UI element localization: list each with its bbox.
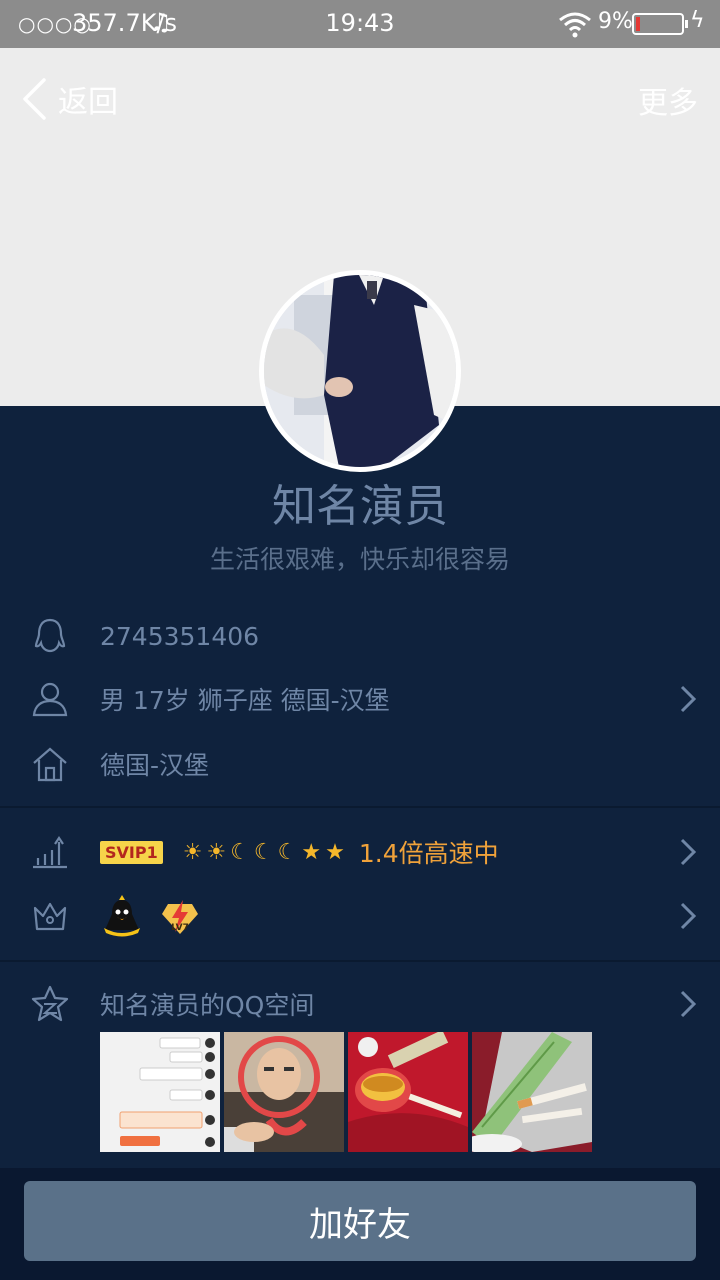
charging-bolt-icon: ϟ <box>690 8 705 33</box>
lightning-lv7-icon: LV7 <box>158 894 202 938</box>
person-icon <box>30 679 70 719</box>
avatar-image <box>264 275 456 467</box>
sun-icon: ☀ <box>206 839 227 865</box>
chevron-right-icon <box>678 900 698 932</box>
profile-details-row[interactable]: 男 17岁 狮子座 德国-汉堡 <box>0 667 720 731</box>
chevron-left-icon <box>23 78 46 120</box>
moon-icon: ☾ <box>277 839 298 865</box>
back-label: 返回 <box>58 85 118 120</box>
qq-icon <box>30 616 70 656</box>
badge-icons: LV7 <box>100 894 202 938</box>
divider <box>0 960 720 962</box>
qzone-row[interactable]: 知名演员的QQ空间 <box>0 972 720 1036</box>
qzone-title: 知名演员的QQ空间 <box>100 991 315 1020</box>
qzone-photo[interactable] <box>472 1032 592 1152</box>
qzone-photos <box>100 1032 592 1152</box>
star-icon: ★ <box>325 839 345 865</box>
qzone-photo[interactable] <box>100 1032 220 1152</box>
crown-icon <box>30 896 70 936</box>
battery-icon <box>632 13 688 35</box>
svip-badge: SVIP1 <box>100 840 163 864</box>
hometown: 德国-汉堡 <box>100 751 210 780</box>
svg-text:LV7: LV7 <box>171 923 189 933</box>
qq-level-icons: ☀ ☀ ☾ ☾ ☾ ★ ★ <box>183 840 345 865</box>
qq-penguin-icon <box>100 894 144 938</box>
nickname: 知名演员 <box>272 481 448 532</box>
divider <box>0 806 720 808</box>
profile-details: 男 17岁 狮子座 德国-汉堡 <box>100 686 390 715</box>
chevron-right-icon <box>678 988 698 1020</box>
qzone-photo[interactable] <box>348 1032 468 1152</box>
moon-icon: ☾ <box>253 839 274 865</box>
wifi-icon <box>559 12 591 38</box>
add-friend-button[interactable]: 加好友 <box>24 1181 696 1261</box>
qq-number-row: 2745351406 <box>0 604 720 668</box>
vip-row[interactable]: SVIP1 ☀ ☀ ☾ ☾ ☾ ★ ★ 1.4倍高速中 <box>0 820 720 884</box>
moon-icon: ☾ <box>230 839 250 865</box>
qzone-star-icon <box>30 984 70 1024</box>
home-icon <box>30 744 70 784</box>
chevron-right-icon <box>678 836 698 868</box>
badges-row[interactable]: LV7 <box>0 884 720 948</box>
avatar[interactable] <box>259 270 461 472</box>
battery-percent: 9% <box>598 9 633 34</box>
qzone-photo[interactable] <box>224 1032 344 1152</box>
level-chart-icon <box>30 832 70 872</box>
chevron-right-icon <box>678 683 698 715</box>
sun-icon: ☀ <box>182 839 203 865</box>
status-bar: ○○○○ 357.7K/s ♫ 19:43 9% ϟ <box>0 0 720 48</box>
star-icon: ★ <box>301 839 322 865</box>
hometown-row: 德国-汉堡 <box>0 732 720 796</box>
more-button[interactable]: 更多 <box>638 78 698 122</box>
back-button[interactable]: 返回 <box>20 76 118 122</box>
speed-status: 1.4倍高速中 <box>358 839 499 868</box>
signature: 生活很艰难，快乐却很容易 <box>209 545 510 574</box>
qq-number: 2745351406 <box>100 621 260 651</box>
